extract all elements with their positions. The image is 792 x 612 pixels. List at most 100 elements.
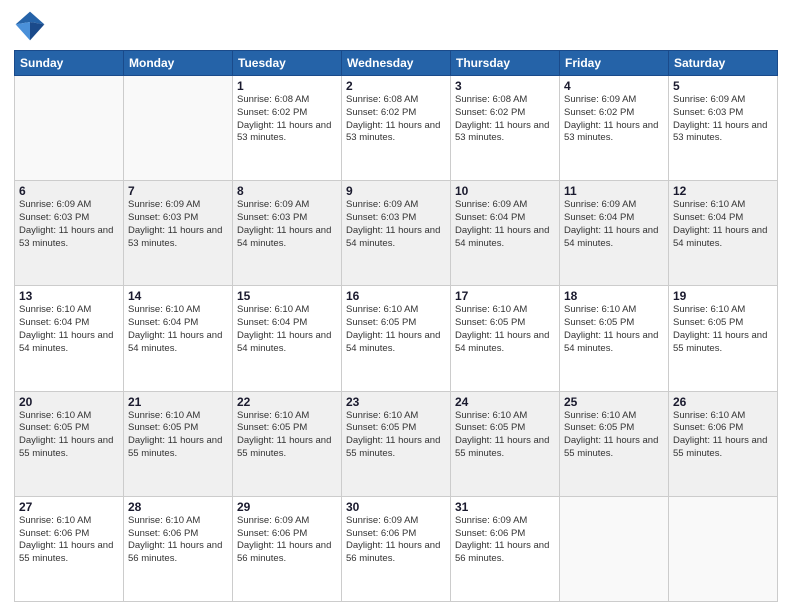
day-cell: 19Sunrise: 6:10 AMSunset: 6:05 PMDayligh… [669, 286, 778, 391]
cell-info: Sunrise: 6:10 AMSunset: 6:05 PMDaylight:… [346, 410, 446, 461]
day-number: 18 [564, 289, 664, 303]
day-number: 9 [346, 184, 446, 198]
day-cell: 7Sunrise: 6:09 AMSunset: 6:03 PMDaylight… [124, 181, 233, 286]
day-cell [15, 76, 124, 181]
col-header-wednesday: Wednesday [342, 51, 451, 76]
cell-info: Sunrise: 6:09 AMSunset: 6:03 PMDaylight:… [346, 199, 446, 250]
week-row-3: 13Sunrise: 6:10 AMSunset: 6:04 PMDayligh… [15, 286, 778, 391]
header [14, 10, 778, 42]
cell-info: Sunrise: 6:10 AMSunset: 6:05 PMDaylight:… [564, 304, 664, 355]
day-cell: 22Sunrise: 6:10 AMSunset: 6:05 PMDayligh… [233, 391, 342, 496]
col-header-friday: Friday [560, 51, 669, 76]
day-number: 25 [564, 395, 664, 409]
day-cell: 23Sunrise: 6:10 AMSunset: 6:05 PMDayligh… [342, 391, 451, 496]
cell-info: Sunrise: 6:10 AMSunset: 6:05 PMDaylight:… [673, 304, 773, 355]
day-cell: 8Sunrise: 6:09 AMSunset: 6:03 PMDaylight… [233, 181, 342, 286]
cell-info: Sunrise: 6:09 AMSunset: 6:03 PMDaylight:… [237, 199, 337, 250]
day-number: 3 [455, 79, 555, 93]
col-header-saturday: Saturday [669, 51, 778, 76]
cell-info: Sunrise: 6:09 AMSunset: 6:03 PMDaylight:… [128, 199, 228, 250]
day-cell: 4Sunrise: 6:09 AMSunset: 6:02 PMDaylight… [560, 76, 669, 181]
col-header-tuesday: Tuesday [233, 51, 342, 76]
week-row-5: 27Sunrise: 6:10 AMSunset: 6:06 PMDayligh… [15, 496, 778, 601]
day-cell: 1Sunrise: 6:08 AMSunset: 6:02 PMDaylight… [233, 76, 342, 181]
logo [14, 10, 50, 42]
day-cell: 31Sunrise: 6:09 AMSunset: 6:06 PMDayligh… [451, 496, 560, 601]
day-cell: 16Sunrise: 6:10 AMSunset: 6:05 PMDayligh… [342, 286, 451, 391]
day-cell: 18Sunrise: 6:10 AMSunset: 6:05 PMDayligh… [560, 286, 669, 391]
day-number: 28 [128, 500, 228, 514]
cell-info: Sunrise: 6:10 AMSunset: 6:05 PMDaylight:… [237, 410, 337, 461]
week-row-2: 6Sunrise: 6:09 AMSunset: 6:03 PMDaylight… [15, 181, 778, 286]
day-number: 21 [128, 395, 228, 409]
day-number: 14 [128, 289, 228, 303]
cell-info: Sunrise: 6:10 AMSunset: 6:06 PMDaylight:… [673, 410, 773, 461]
day-cell: 25Sunrise: 6:10 AMSunset: 6:05 PMDayligh… [560, 391, 669, 496]
cell-info: Sunrise: 6:10 AMSunset: 6:05 PMDaylight:… [346, 304, 446, 355]
cell-info: Sunrise: 6:09 AMSunset: 6:04 PMDaylight:… [455, 199, 555, 250]
col-header-sunday: Sunday [15, 51, 124, 76]
day-cell: 20Sunrise: 6:10 AMSunset: 6:05 PMDayligh… [15, 391, 124, 496]
col-header-thursday: Thursday [451, 51, 560, 76]
day-cell: 26Sunrise: 6:10 AMSunset: 6:06 PMDayligh… [669, 391, 778, 496]
day-cell: 21Sunrise: 6:10 AMSunset: 6:05 PMDayligh… [124, 391, 233, 496]
cell-info: Sunrise: 6:09 AMSunset: 6:02 PMDaylight:… [564, 94, 664, 145]
day-number: 1 [237, 79, 337, 93]
cell-info: Sunrise: 6:09 AMSunset: 6:04 PMDaylight:… [564, 199, 664, 250]
day-number: 20 [19, 395, 119, 409]
day-cell [124, 76, 233, 181]
cell-info: Sunrise: 6:08 AMSunset: 6:02 PMDaylight:… [237, 94, 337, 145]
cell-info: Sunrise: 6:10 AMSunset: 6:04 PMDaylight:… [673, 199, 773, 250]
day-number: 10 [455, 184, 555, 198]
cell-info: Sunrise: 6:09 AMSunset: 6:06 PMDaylight:… [237, 515, 337, 566]
cell-info: Sunrise: 6:10 AMSunset: 6:04 PMDaylight:… [19, 304, 119, 355]
day-cell [560, 496, 669, 601]
day-number: 29 [237, 500, 337, 514]
day-cell: 17Sunrise: 6:10 AMSunset: 6:05 PMDayligh… [451, 286, 560, 391]
day-cell: 13Sunrise: 6:10 AMSunset: 6:04 PMDayligh… [15, 286, 124, 391]
cell-info: Sunrise: 6:10 AMSunset: 6:05 PMDaylight:… [455, 410, 555, 461]
day-cell: 30Sunrise: 6:09 AMSunset: 6:06 PMDayligh… [342, 496, 451, 601]
day-cell: 29Sunrise: 6:09 AMSunset: 6:06 PMDayligh… [233, 496, 342, 601]
day-number: 22 [237, 395, 337, 409]
week-row-1: 1Sunrise: 6:08 AMSunset: 6:02 PMDaylight… [15, 76, 778, 181]
day-cell: 28Sunrise: 6:10 AMSunset: 6:06 PMDayligh… [124, 496, 233, 601]
cell-info: Sunrise: 6:08 AMSunset: 6:02 PMDaylight:… [346, 94, 446, 145]
logo-icon [14, 10, 46, 42]
cell-info: Sunrise: 6:10 AMSunset: 6:05 PMDaylight:… [455, 304, 555, 355]
day-cell: 24Sunrise: 6:10 AMSunset: 6:05 PMDayligh… [451, 391, 560, 496]
day-number: 15 [237, 289, 337, 303]
day-number: 6 [19, 184, 119, 198]
cell-info: Sunrise: 6:09 AMSunset: 6:06 PMDaylight:… [455, 515, 555, 566]
day-number: 24 [455, 395, 555, 409]
day-number: 19 [673, 289, 773, 303]
day-number: 2 [346, 79, 446, 93]
cell-info: Sunrise: 6:10 AMSunset: 6:06 PMDaylight:… [128, 515, 228, 566]
cell-info: Sunrise: 6:09 AMSunset: 6:06 PMDaylight:… [346, 515, 446, 566]
day-number: 11 [564, 184, 664, 198]
day-number: 12 [673, 184, 773, 198]
page: SundayMondayTuesdayWednesdayThursdayFrid… [0, 0, 792, 612]
cell-info: Sunrise: 6:09 AMSunset: 6:03 PMDaylight:… [673, 94, 773, 145]
day-cell: 9Sunrise: 6:09 AMSunset: 6:03 PMDaylight… [342, 181, 451, 286]
cell-info: Sunrise: 6:10 AMSunset: 6:05 PMDaylight:… [564, 410, 664, 461]
day-number: 8 [237, 184, 337, 198]
day-number: 4 [564, 79, 664, 93]
calendar: SundayMondayTuesdayWednesdayThursdayFrid… [14, 50, 778, 602]
day-cell: 10Sunrise: 6:09 AMSunset: 6:04 PMDayligh… [451, 181, 560, 286]
day-cell: 27Sunrise: 6:10 AMSunset: 6:06 PMDayligh… [15, 496, 124, 601]
day-cell: 2Sunrise: 6:08 AMSunset: 6:02 PMDaylight… [342, 76, 451, 181]
cell-info: Sunrise: 6:10 AMSunset: 6:06 PMDaylight:… [19, 515, 119, 566]
day-cell: 3Sunrise: 6:08 AMSunset: 6:02 PMDaylight… [451, 76, 560, 181]
day-number: 7 [128, 184, 228, 198]
week-row-4: 20 Sunrise: 6:10 AMSunset: 6:05 PMDayligh… [15, 391, 778, 496]
cell-info: Sunrise: 6:08 AMSunset: 6:02 PMDaylight:… [455, 94, 555, 145]
day-number: 30 [346, 500, 446, 514]
day-cell: 5Sunrise: 6:09 AMSunset: 6:03 PMDaylight… [669, 76, 778, 181]
day-number: 27 [19, 500, 119, 514]
day-number: 16 [346, 289, 446, 303]
cell-info: Sunrise: 6:09 AMSunset: 6:03 PMDaylight:… [19, 199, 119, 250]
day-cell: 12Sunrise: 6:10 AMSunset: 6:04 PMDayligh… [669, 181, 778, 286]
day-cell: 15Sunrise: 6:10 AMSunset: 6:04 PMDayligh… [233, 286, 342, 391]
day-number: 26 [673, 395, 773, 409]
